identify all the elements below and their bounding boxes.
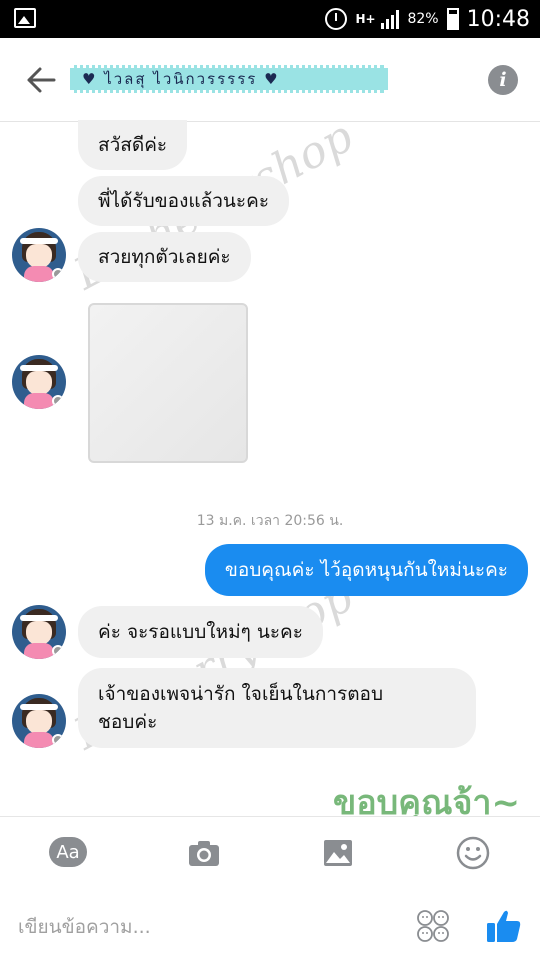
message-bubble-incoming[interactable]: เจ้าของเพจน่ารัก ใจเย็นในการตอบ ชอบค่ะ bbox=[78, 668, 476, 748]
message-timestamp: 13 ม.ค. เวลา 20:56 น. bbox=[196, 513, 344, 529]
image-icon[interactable] bbox=[320, 837, 356, 869]
message-text: ค่ะ จะรอแบบใหม่ๆ นะคะ bbox=[98, 621, 303, 643]
battery-percent: 82% bbox=[407, 11, 439, 27]
back-arrow-icon[interactable] bbox=[26, 66, 56, 94]
gallery-notification-icon bbox=[14, 8, 36, 28]
message-bubble-incoming[interactable]: ค่ะ จะรอแบบใหม่ๆ นะคะ bbox=[78, 606, 323, 658]
clock: 10:48 bbox=[466, 6, 530, 32]
conversation-header: ♥ ไวลสุ ไวนิกวรรรรร ♥ i bbox=[0, 38, 540, 122]
message-text: ขอบคุณค่ะ ไว้อุดหนุนกันใหม่นะคะ bbox=[224, 559, 508, 581]
battery-icon bbox=[446, 8, 459, 30]
composer-toolbar: Aa bbox=[0, 816, 540, 888]
camera-icon[interactable] bbox=[186, 837, 222, 869]
network-type: H+ bbox=[355, 12, 376, 26]
photo-attachment[interactable] bbox=[88, 303, 248, 463]
message-bubble-incoming[interactable]: สวัสดีค่ะ bbox=[78, 120, 188, 170]
like-thumb-icon[interactable] bbox=[484, 906, 524, 946]
message-input[interactable] bbox=[18, 910, 378, 944]
avatar[interactable] bbox=[12, 355, 66, 409]
message-bubble-outgoing[interactable]: ขอบคุณค่ะ ไว้อุดหนุนกันใหม่นะคะ bbox=[204, 544, 528, 596]
message-bubble-incoming[interactable]: พี่ได้รับของแล้วนะคะ bbox=[78, 176, 290, 226]
avatar[interactable] bbox=[12, 694, 66, 748]
message-text-line: ชอบค่ะ bbox=[98, 711, 158, 733]
signal-icon bbox=[381, 9, 400, 29]
avatar[interactable] bbox=[12, 605, 66, 659]
message-text: พี่ได้รับของแล้วนะคะ bbox=[98, 190, 270, 212]
emoji-picker-icon[interactable] bbox=[415, 908, 451, 944]
message-text-line: เจ้าของเพจน่ารัก ใจเย็นในการตอบ bbox=[98, 683, 384, 705]
conversation-title[interactable]: ♥ ไวลสุ ไวนิกวรรรรร ♥ bbox=[70, 65, 388, 93]
status-bar: H+ 82% 10:48 bbox=[0, 0, 540, 38]
text-format-label: Aa bbox=[56, 841, 80, 863]
conversation-title-text: ♥ ไวลสุ ไวนิกวรรรรร ♥ bbox=[82, 70, 280, 88]
alarm-icon bbox=[325, 8, 348, 30]
message-composer bbox=[0, 888, 540, 960]
info-icon[interactable]: i bbox=[488, 65, 518, 95]
message-bubble-incoming[interactable]: สวยทุกตัวเลยค่ะ bbox=[78, 232, 251, 282]
text-format-button[interactable]: Aa bbox=[49, 837, 87, 867]
emoji-icon[interactable] bbox=[455, 836, 491, 870]
avatar[interactable] bbox=[12, 228, 66, 282]
message-text: สวยทุกตัวเลยค่ะ bbox=[98, 246, 231, 268]
message-text: สวัสดีค่ะ bbox=[98, 134, 168, 156]
